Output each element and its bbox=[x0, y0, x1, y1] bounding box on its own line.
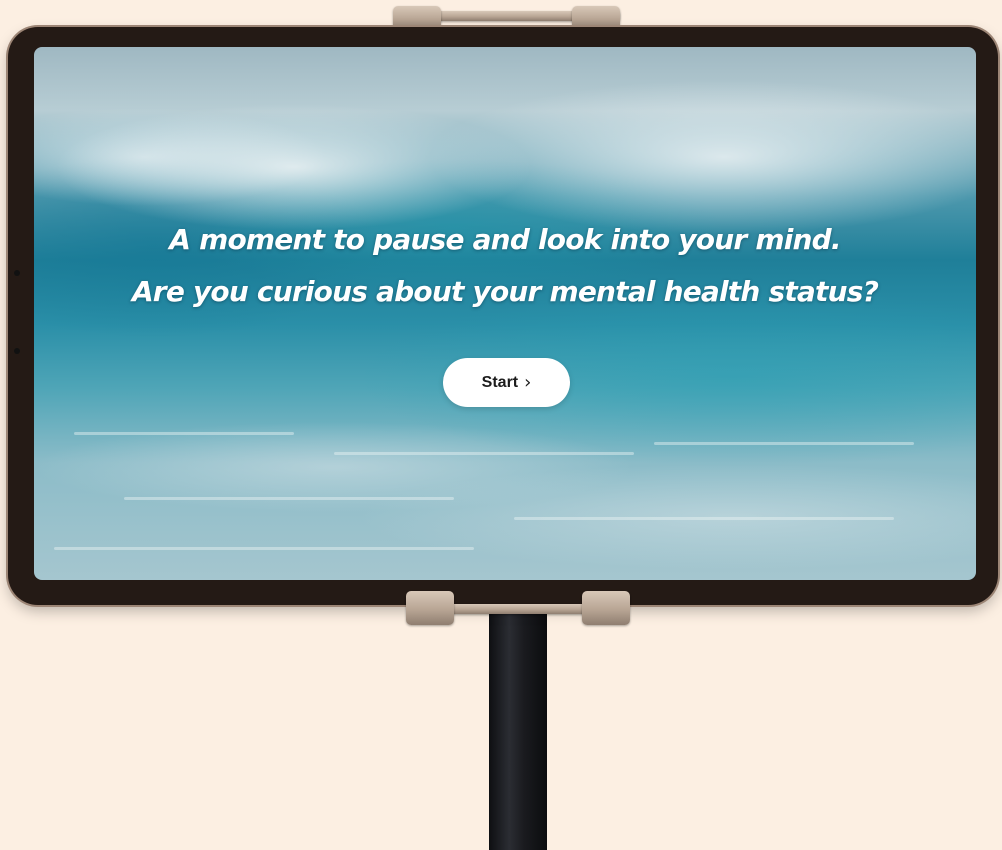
stand-pole bbox=[489, 610, 547, 850]
wave-streak bbox=[74, 432, 294, 435]
side-sensor-dot bbox=[14, 348, 20, 354]
chevron-right-icon: › bbox=[524, 371, 532, 393]
headline-line-1: A moment to pause and look into your min… bbox=[169, 223, 841, 256]
start-button-label: Start bbox=[481, 373, 519, 391]
bottom-right-clamp bbox=[582, 591, 630, 625]
tablet-device: A moment to pause and look into your min… bbox=[8, 27, 998, 605]
wave-streak bbox=[124, 497, 454, 500]
wave-streak bbox=[334, 452, 634, 455]
bottom-left-clamp bbox=[406, 591, 454, 625]
side-sensor-dot bbox=[14, 270, 20, 276]
wave-streak bbox=[54, 547, 474, 550]
headline-line-2: Are you curious about your mental health… bbox=[131, 275, 879, 308]
wave-background-screen: A moment to pause and look into your min… bbox=[34, 47, 976, 580]
wave-streak bbox=[514, 517, 894, 520]
wave-streak bbox=[654, 442, 914, 445]
start-button[interactable]: Start › bbox=[443, 358, 570, 407]
